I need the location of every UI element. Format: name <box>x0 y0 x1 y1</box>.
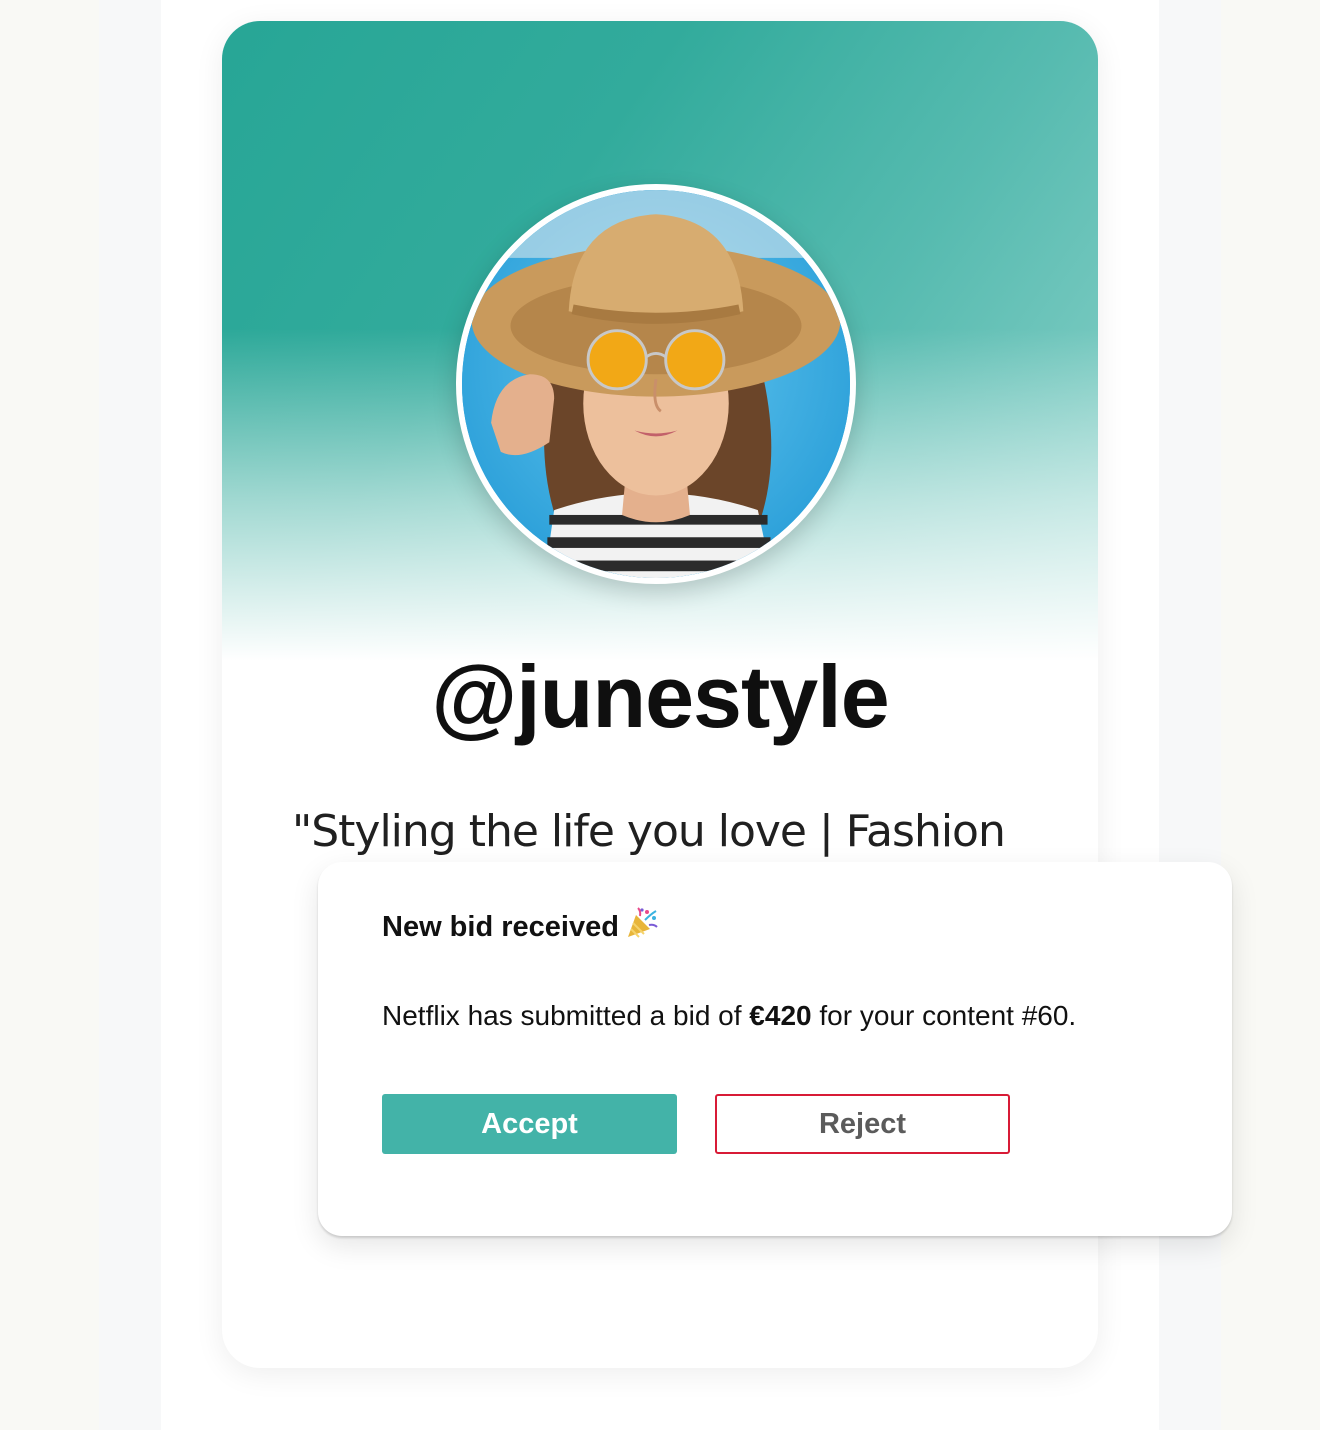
accept-button[interactable]: Accept <box>382 1094 677 1154</box>
profile-username: @junestyle <box>431 647 889 746</box>
reject-button[interactable]: Reject <box>715 1094 1010 1154</box>
bid-amount: €420 <box>749 1000 812 1031</box>
message-prefix: Netflix has submitted a bid of <box>382 1000 750 1031</box>
message-suffix: for your content #60. <box>811 1000 1077 1031</box>
notification-title-text: New bid received <box>382 911 619 943</box>
party-popper-icon <box>625 906 659 940</box>
profile-bio: "Styling the life you love | Fashion <box>292 806 1006 857</box>
notification-message: Netflix has submitted a bid of €420 for … <box>382 998 1076 1034</box>
avatar-photo <box>462 190 850 578</box>
notification-title: New bid received <box>382 906 659 945</box>
avatar[interactable] <box>456 184 856 584</box>
bid-notification-card: New bid received Netflix has submitted a… <box>318 862 1232 1236</box>
